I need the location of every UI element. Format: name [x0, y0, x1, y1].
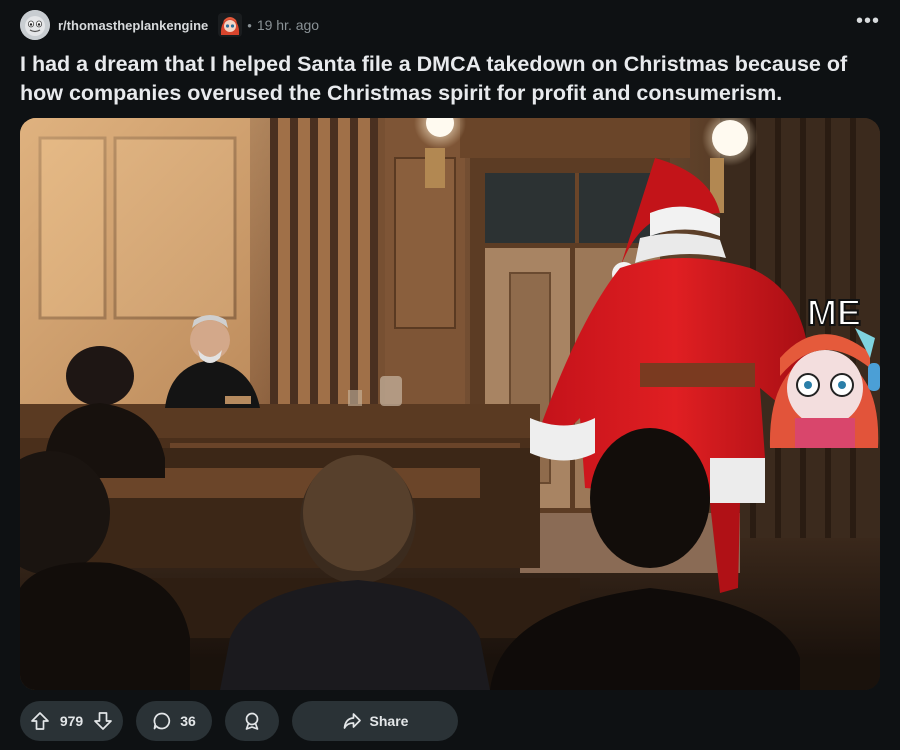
award-icon — [245, 712, 259, 730]
subreddit-name[interactable]: r/thomastheplankengine — [58, 18, 208, 33]
more-options-button[interactable]: ••• — [856, 11, 880, 36]
post-timestamp: 19 hr. ago — [256, 17, 320, 33]
comments-button[interactable]: 36 — [136, 701, 212, 741]
vote-score: 979 — [59, 713, 84, 729]
subreddit-avatar[interactable] — [20, 10, 50, 40]
share-button[interactable]: Share — [292, 701, 458, 741]
post-image[interactable]: ME — [20, 118, 880, 690]
comment-count: 36 — [180, 713, 196, 729]
sticker-text: ME — [807, 292, 861, 333]
meta-separator: • — [247, 17, 252, 33]
award-button[interactable] — [225, 701, 279, 741]
courtroom-image: ME — [20, 118, 880, 690]
ellipsis-icon: ••• — [856, 10, 881, 32]
share-arrow-icon — [343, 713, 361, 729]
user-avatar[interactable] — [218, 13, 243, 37]
engine-face-icon — [20, 10, 50, 40]
share-label: Share — [369, 713, 409, 729]
speech-bubble-icon — [153, 712, 171, 730]
post-header: r/thomastheplankengine • 19 hr. ago ••• — [20, 10, 880, 40]
arrow-up-icon[interactable] — [30, 711, 50, 731]
vote-bar: 979 — [20, 701, 123, 741]
post-title[interactable]: I had a dream that I helped Santa file a… — [20, 50, 880, 108]
arrow-down-icon[interactable] — [93, 711, 113, 731]
post-actions: 979 36 Share — [20, 701, 458, 741]
